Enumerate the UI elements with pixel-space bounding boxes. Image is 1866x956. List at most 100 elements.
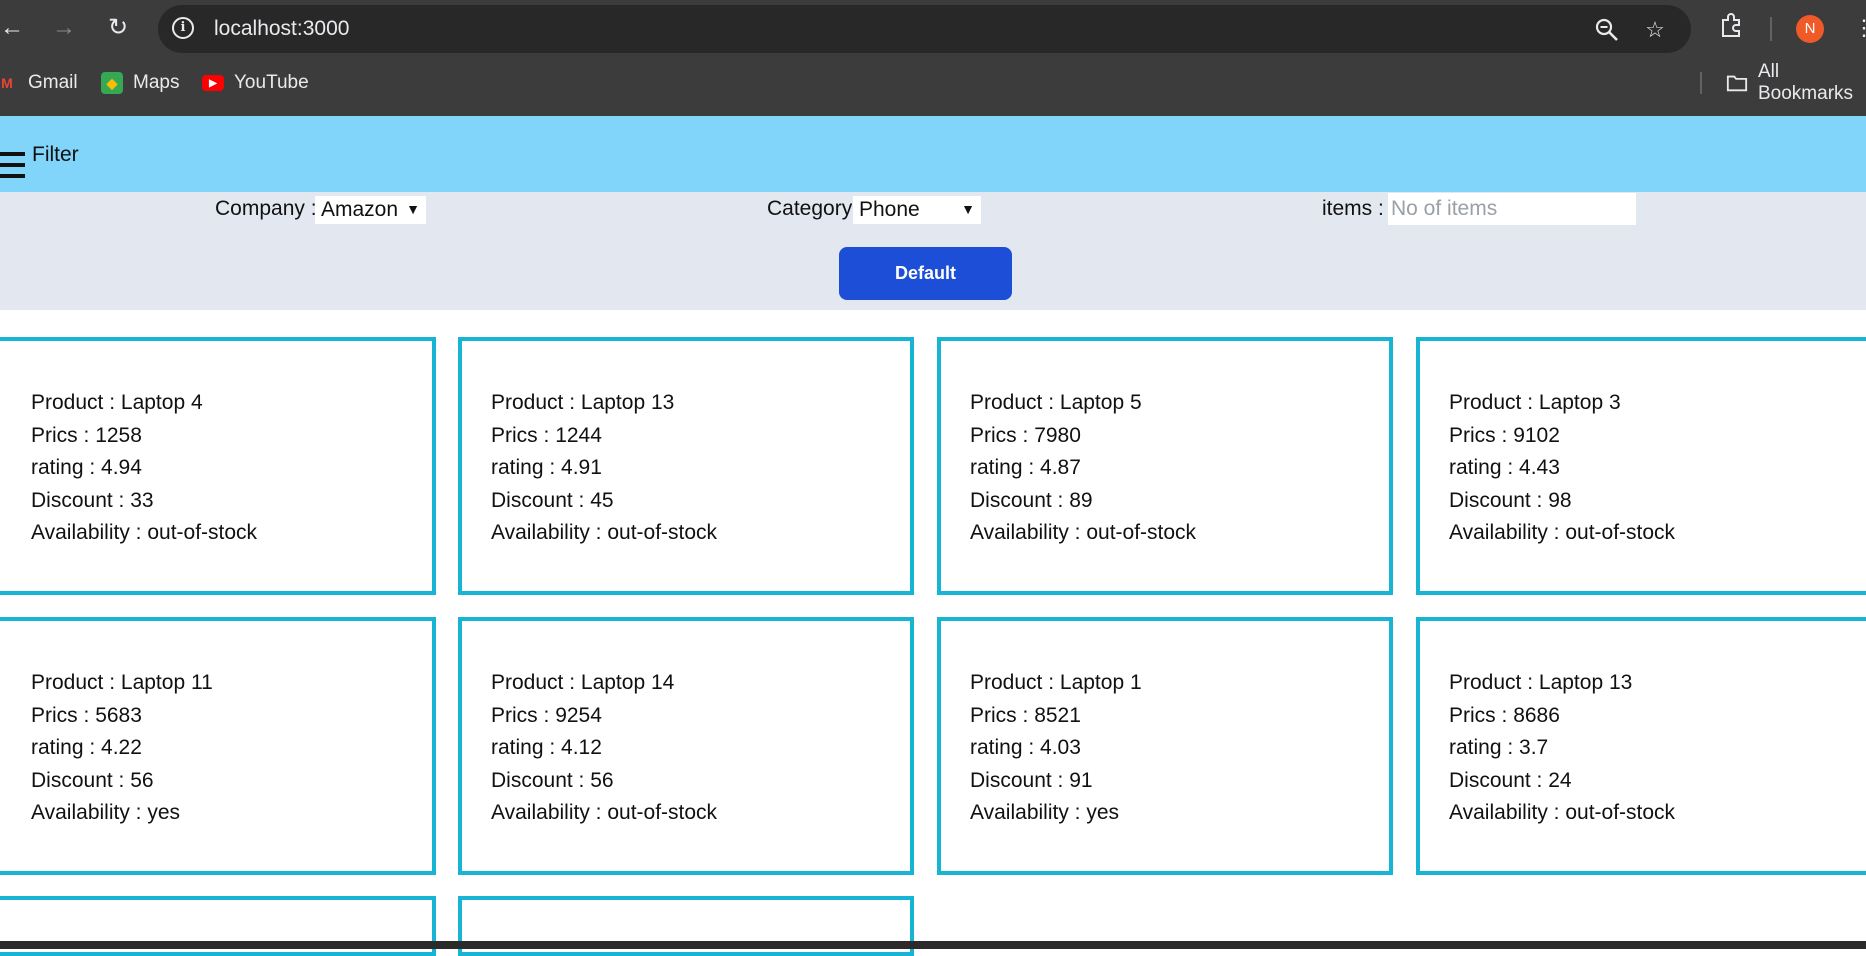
category-select[interactable]: Phone ▼ xyxy=(853,196,981,224)
forward-arrow-icon[interactable]: → xyxy=(48,12,80,44)
site-info-icon[interactable]: i xyxy=(172,17,194,39)
field-label: Prics : xyxy=(31,423,90,447)
product-product-line: Product : Laptop 13 xyxy=(1449,667,1675,700)
field-label: rating : xyxy=(1449,456,1514,479)
field-label: rating : xyxy=(31,736,96,759)
field-value: 4.94 xyxy=(101,456,142,479)
field-value: out-of-stock xyxy=(607,801,718,824)
product-discount-line: Discount : 45 xyxy=(491,485,717,518)
zoom-icon[interactable] xyxy=(1594,17,1620,43)
product-rating-line: rating : 4.87 xyxy=(970,452,1196,485)
browser-chrome: ← → ↻ i localhost:3000 ☆ N ⋮ M Gmail ◆ M… xyxy=(0,0,1866,116)
field-value: out-of-stock xyxy=(1086,521,1197,544)
field-value: out-of-stock xyxy=(147,521,258,544)
field-value: Laptop 1 xyxy=(1059,671,1142,694)
field-value: 8521 xyxy=(1034,703,1081,727)
field-value: 4.91 xyxy=(561,456,602,479)
product-details: Product : Laptop 4 Prics : 1258 rating : 4… xyxy=(31,387,257,550)
address-bar[interactable]: i localhost:3000 ☆ xyxy=(158,5,1691,53)
company-select-value: Amazon xyxy=(321,198,399,221)
back-arrow-icon[interactable]: ← xyxy=(0,12,28,44)
product-price-line: Prics : 9102 xyxy=(1449,420,1675,453)
company-select[interactable]: Amazon ▼ xyxy=(315,196,426,224)
all-bookmarks[interactable]: All Bookmarks xyxy=(1726,61,1866,104)
product-price-line: Prics : 8686 xyxy=(1449,700,1675,733)
product-price-line: Prics : 9254 xyxy=(491,700,717,733)
bookmark-label: YouTube xyxy=(234,72,309,93)
hamburger-menu-icon[interactable] xyxy=(0,152,25,178)
field-value: out-of-stock xyxy=(1565,801,1676,824)
field-label: rating : xyxy=(1449,736,1514,759)
product-availability-line: Availability : out-of-stock xyxy=(31,517,257,550)
menu-kebab-icon[interactable]: ⋮ xyxy=(1848,12,1866,44)
field-value: 45 xyxy=(590,488,614,512)
chevron-down-icon: ▼ xyxy=(406,201,420,217)
all-bookmarks-label: All Bookmarks xyxy=(1758,61,1854,104)
extensions-icon[interactable] xyxy=(1716,12,1748,44)
app-header: Filter xyxy=(0,116,1866,192)
product-discount-line: Discount : 98 xyxy=(1449,485,1675,518)
field-label: Prics : xyxy=(970,423,1029,447)
product-price-line: Prics : 1258 xyxy=(31,420,257,453)
product-card: Product : Laptop 13 Prics : 8686 rating : … xyxy=(1416,617,1866,875)
field-value: Laptop 3 xyxy=(1538,391,1621,414)
bookmark-label: Gmail xyxy=(28,72,78,93)
field-value: 3.7 xyxy=(1519,736,1549,759)
folder-icon xyxy=(1726,72,1748,94)
field-value: 5683 xyxy=(95,703,142,727)
field-label: rating : xyxy=(970,736,1035,759)
toolbar-separator xyxy=(1770,17,1772,41)
bookmark-maps[interactable]: ◆ Maps xyxy=(101,68,179,98)
reload-icon[interactable]: ↻ xyxy=(102,12,134,44)
bookmark-youtube[interactable]: ▶ YouTube xyxy=(202,68,309,98)
address-url[interactable]: localhost:3000 xyxy=(214,17,349,41)
field-value: 89 xyxy=(1069,488,1093,512)
product-discount-line: Discount : 56 xyxy=(491,765,717,798)
field-label: Prics : xyxy=(970,703,1029,727)
product-product-line: Product : Laptop 3 xyxy=(1449,387,1675,420)
product-discount-line: Discount : 91 xyxy=(970,765,1142,798)
field-value: 56 xyxy=(130,768,154,792)
product-rating-line: rating : 4.91 xyxy=(491,452,717,485)
field-value: 91 xyxy=(1069,768,1093,792)
profile-avatar[interactable]: N xyxy=(1796,15,1824,43)
field-label: Product : xyxy=(31,391,116,414)
field-label: Prics : xyxy=(491,423,550,447)
product-card: Product : Laptop 5 Prics : 7980 rating : 4… xyxy=(937,337,1393,595)
field-label: rating : xyxy=(970,456,1035,479)
product-price-line: Prics : 8521 xyxy=(970,700,1142,733)
items-input[interactable] xyxy=(1388,193,1636,225)
field-value: 7980 xyxy=(1034,423,1081,447)
field-value: Laptop 11 xyxy=(120,671,213,694)
field-label: Discount : xyxy=(491,768,585,792)
field-label: Availability : xyxy=(491,521,602,544)
product-availability-line: Availability : yes xyxy=(31,797,213,830)
product-availability-line: Availability : out-of-stock xyxy=(1449,517,1675,550)
bookmark-star-icon[interactable]: ☆ xyxy=(1642,17,1668,43)
bookmarks-separator xyxy=(1700,72,1702,94)
bookmark-gmail[interactable]: M Gmail xyxy=(0,68,78,98)
product-product-line: Product : Laptop 4 xyxy=(31,387,257,420)
field-value: 24 xyxy=(1548,768,1572,792)
product-rating-line: rating : 4.43 xyxy=(1449,452,1675,485)
field-value: Laptop 4 xyxy=(120,391,203,414)
product-discount-line: Discount : 33 xyxy=(31,485,257,518)
default-button[interactable]: Default xyxy=(839,247,1012,300)
field-label: Product : xyxy=(1449,671,1534,694)
field-label: Availability : xyxy=(1449,801,1560,824)
field-label: Availability : xyxy=(31,521,142,544)
field-label: Product : xyxy=(31,671,116,694)
product-availability-line: Availability : out-of-stock xyxy=(970,517,1196,550)
field-value: 1258 xyxy=(95,423,142,447)
company-label: Company : xyxy=(215,197,317,220)
field-value: out-of-stock xyxy=(1565,521,1676,544)
product-details: Product : Laptop 5 Prics : 7980 rating : 4… xyxy=(970,387,1196,550)
field-label: Availability : xyxy=(1449,521,1560,544)
gmail-icon: M xyxy=(1,75,13,91)
product-price-line: Prics : 5683 xyxy=(31,700,213,733)
field-label: Product : xyxy=(491,671,576,694)
product-product-line: Product : Laptop 5 xyxy=(970,387,1196,420)
field-label: Prics : xyxy=(31,703,90,727)
product-details: Product : Laptop 1 Prics : 8521 rating : 4… xyxy=(970,667,1142,830)
field-label: Discount : xyxy=(31,768,125,792)
